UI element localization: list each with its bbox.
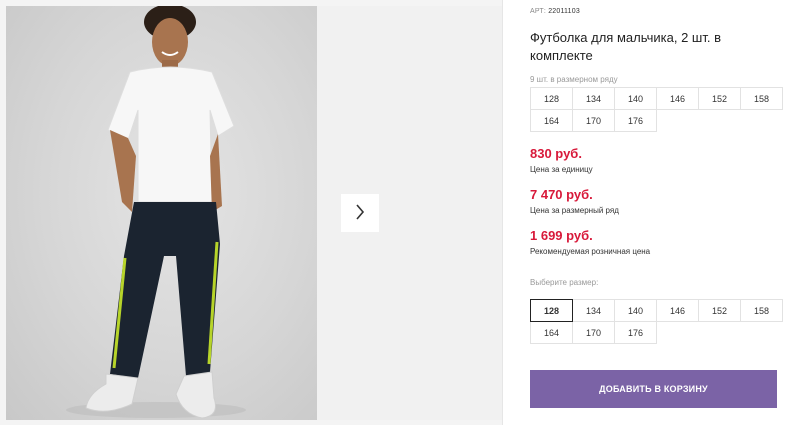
size-select-label: Выберите размер:: [530, 278, 599, 287]
size-row-cell: 140: [614, 87, 657, 110]
size-row-cell: 158: [740, 87, 783, 110]
size-option[interactable]: 134: [572, 299, 615, 322]
unit-price-label: Цена за единицу: [530, 165, 593, 174]
next-image-button[interactable]: [341, 194, 379, 232]
chevron-right-icon: [355, 203, 365, 223]
size-row-cell: 170: [572, 109, 615, 132]
size-row-price-label: Цена за размерный ряд: [530, 206, 619, 215]
unit-price: 830 руб.: [530, 146, 582, 161]
size-row-note: 9 шт. в размерном ряду: [530, 75, 618, 84]
size-selector: 128 134 140 146 152 158 164 170 176: [530, 299, 783, 344]
size-row-cell: 176: [614, 109, 657, 132]
size-option-selected[interactable]: 128: [530, 299, 573, 322]
add-to-cart-button[interactable]: ДОБАВИТЬ В КОРЗИНУ: [530, 370, 777, 408]
product-photo[interactable]: [6, 6, 317, 420]
size-row-table: 128 134 140 146 152 158 164 170 176: [530, 87, 783, 132]
size-row-cell: 134: [572, 87, 615, 110]
product-title: Футболка для мальчика, 2 шт. в комплекте: [530, 30, 721, 63]
size-row-cell: 164: [530, 109, 573, 132]
product-page: АРТ: 22011103 Футболка для мальчика, 2 ш…: [0, 0, 800, 425]
retail-price-label: Рекомендуемая розничная цена: [530, 247, 651, 256]
size-row-cell: 146: [656, 87, 699, 110]
article-number: АРТ: 22011103: [530, 8, 580, 15]
size-row-cell: 152: [698, 87, 741, 110]
retail-price: 1 699 руб.: [530, 228, 593, 243]
size-option[interactable]: 146: [656, 299, 699, 322]
size-option[interactable]: 176: [614, 321, 657, 344]
product-info: АРТ: 22011103 Футболка для мальчика, 2 ш…: [530, 0, 792, 425]
divider: [502, 0, 503, 425]
size-row-cell: 128: [530, 87, 573, 110]
article-label: АРТ:: [530, 8, 547, 15]
size-row-price: 7 470 руб.: [530, 187, 593, 202]
size-option[interactable]: 152: [698, 299, 741, 322]
article-code: 22011103: [548, 8, 580, 15]
size-option[interactable]: 164: [530, 321, 573, 344]
size-option[interactable]: 170: [572, 321, 615, 344]
size-option[interactable]: 158: [740, 299, 783, 322]
size-option[interactable]: 140: [614, 299, 657, 322]
product-gallery: [0, 0, 502, 425]
